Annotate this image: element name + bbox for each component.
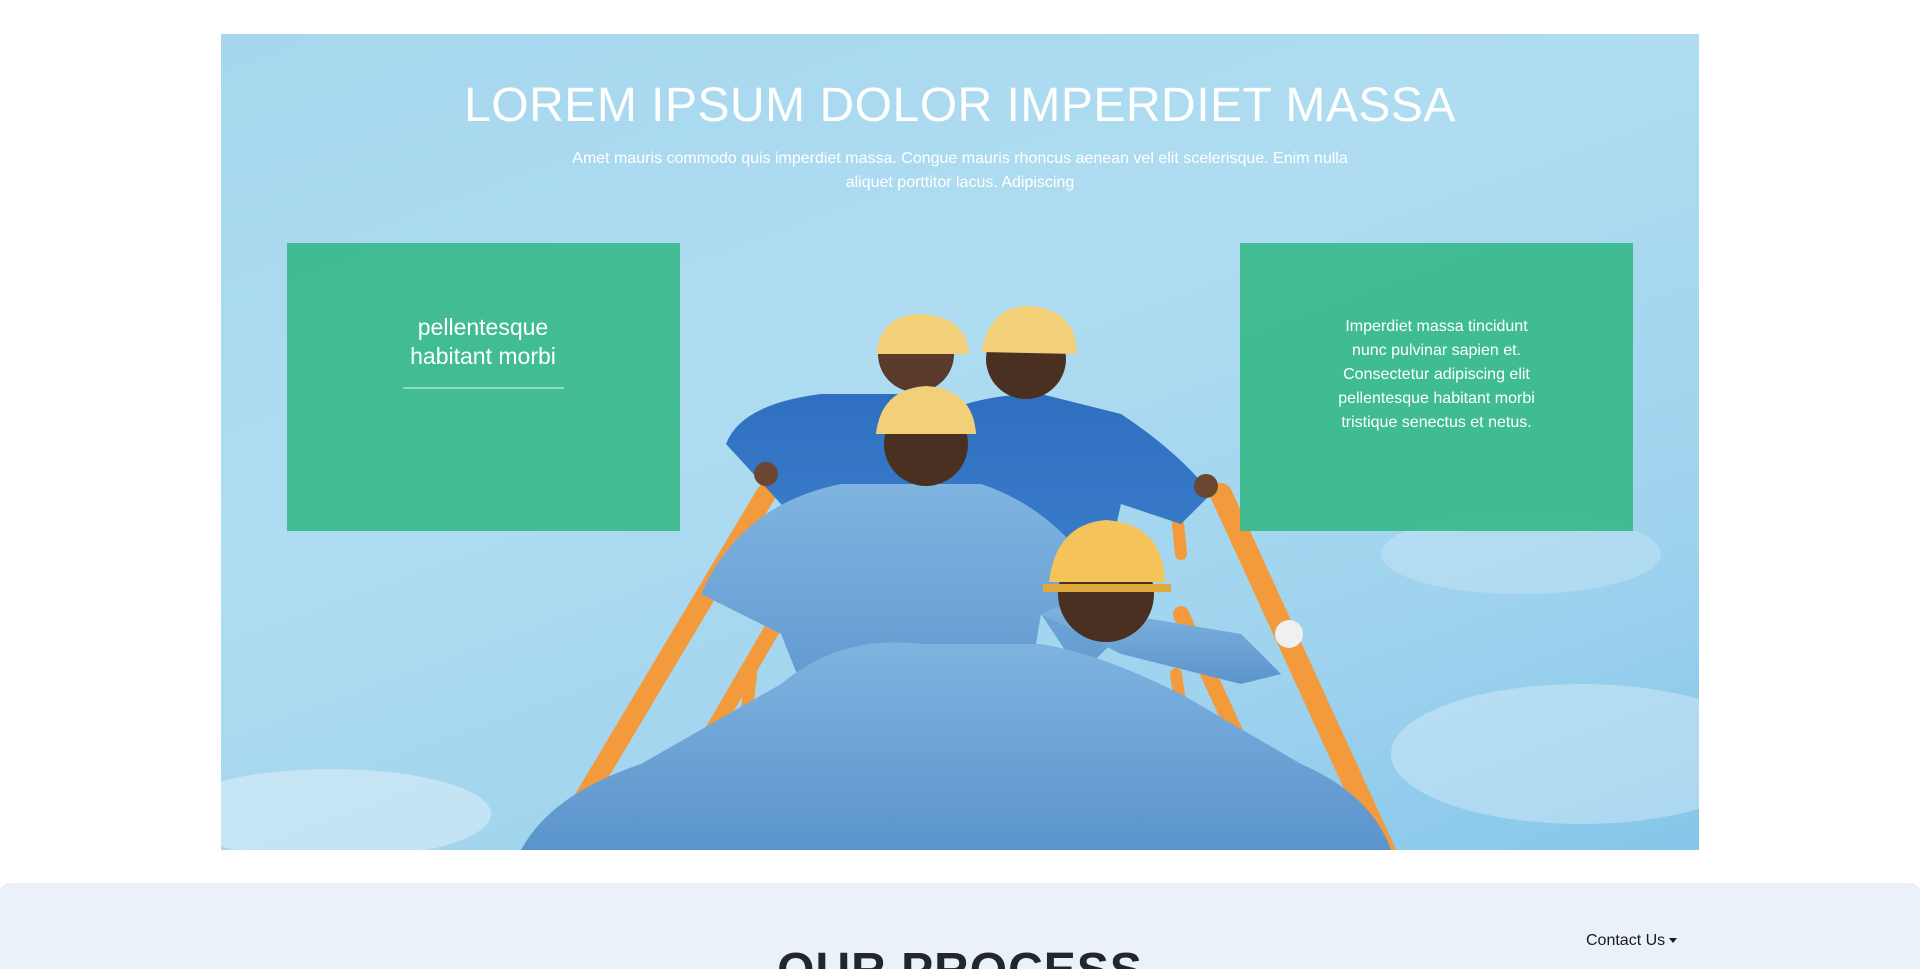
feature-card-left: pellentesque habitant morbi [287,243,680,531]
card-text: Imperdiet massa tincidunt nunc pulvinar … [1338,318,1535,431]
feature-card-right: Imperdiet massa tincidunt nunc pulvinar … [1240,243,1633,531]
process-section: OUR PROCESS Contact Us [0,883,1920,969]
hero-subtitle: Amet mauris commodo quis imperdiet massa… [572,150,1348,191]
contact-us-dropdown[interactable]: Contact Us [1586,932,1678,950]
hero-title: LOREM IPSUM DOLOR IMPERDIET MASSA [464,79,1456,132]
contact-us-label: Contact Us [1586,932,1666,949]
card-heading: pellentesque habitant morbi [410,314,556,369]
hero-section: LOREM IPSUM DOLOR IMPERDIET MASSA Amet m… [221,34,1699,850]
caret-down-icon [1669,937,1678,943]
card-divider [403,387,564,389]
